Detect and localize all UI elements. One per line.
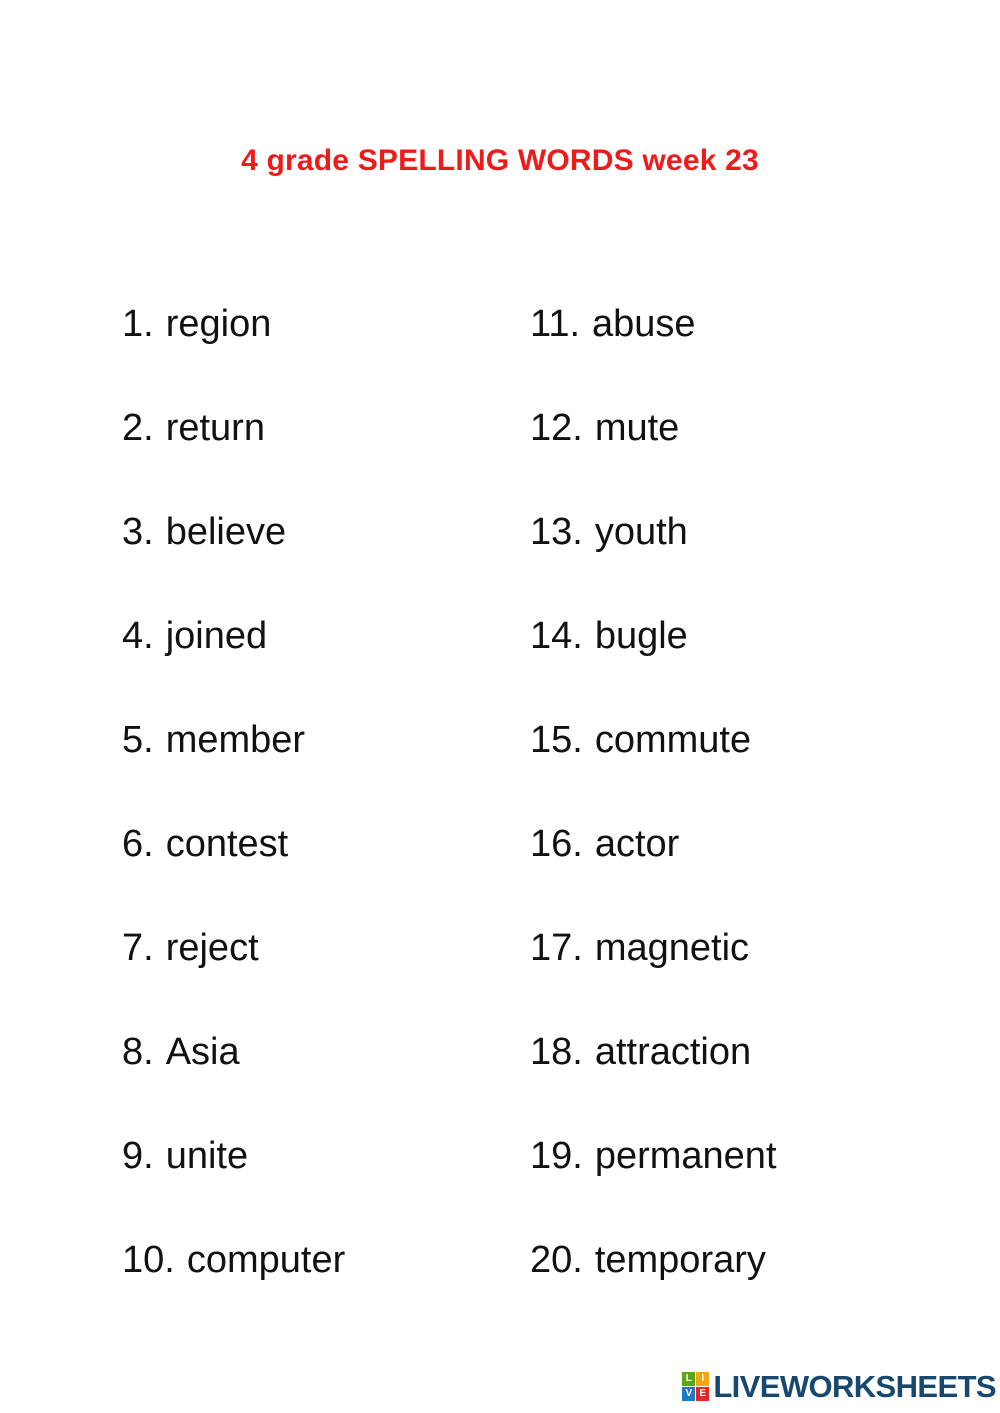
list-item: 7. reject xyxy=(122,896,530,1000)
list-item: 5. member xyxy=(122,688,530,792)
list-item: 15. commute xyxy=(530,688,940,792)
list-item-word: region xyxy=(165,303,272,345)
list-item: 18. attraction xyxy=(530,1000,940,1104)
list-item-word: Asia xyxy=(165,1031,240,1073)
list-item-word: believe xyxy=(165,511,287,553)
list-item: 17. magnetic xyxy=(530,896,940,1000)
list-item-word: attraction xyxy=(594,1031,752,1073)
list-item-number: 8. xyxy=(122,1031,154,1073)
list-item-number: 18. xyxy=(530,1031,583,1073)
list-item-word: reject xyxy=(165,927,259,969)
list-item-number: 7. xyxy=(122,927,154,969)
list-item-number: 11. xyxy=(530,303,581,345)
list-item-word: return xyxy=(165,407,265,449)
list-item-word: member xyxy=(165,719,306,761)
title-row: 4 grade SPELLING WORDS week 23 xyxy=(0,124,1000,197)
list-item: 13. youth xyxy=(530,480,940,584)
list-item: 2. return xyxy=(122,376,530,480)
logo-tile-l: L xyxy=(682,1371,696,1386)
list-item-word: computer xyxy=(186,1239,346,1281)
list-item-number: 17. xyxy=(530,927,583,969)
list-item-number: 13. xyxy=(530,511,583,553)
list-item: 3. believe xyxy=(122,480,530,584)
list-item-word: abuse xyxy=(592,303,696,345)
list-item-word: youth xyxy=(594,511,688,553)
list-item-number: 9. xyxy=(122,1135,154,1177)
list-item-word: joined xyxy=(165,615,268,657)
list-item-word: unite xyxy=(165,1135,249,1177)
list-item-number: 5. xyxy=(122,719,154,761)
liveworksheets-mark-icon: L I V E xyxy=(682,1371,710,1401)
page-title: 4 grade SPELLING WORDS week 23 xyxy=(241,144,759,178)
logo-tile-i: I xyxy=(696,1371,710,1386)
list-item: 4. joined xyxy=(122,584,530,688)
list-item-word: magnetic xyxy=(594,927,750,969)
list-item-number: 2. xyxy=(122,407,154,449)
list-item-number: 16. xyxy=(530,823,583,865)
list-item-word: contest xyxy=(165,823,289,865)
logo-tile-v: V xyxy=(682,1386,696,1401)
list-item: 1. region xyxy=(122,272,530,376)
word-column-right: 11. abuse 12. mute 13. youth 14. bugle 15. co… xyxy=(530,272,940,1312)
list-item-word: actor xyxy=(594,823,680,865)
list-item: 20. temporary xyxy=(530,1208,940,1312)
worksheet-page: 4 grade SPELLING WORDS week 23 1. region … xyxy=(0,0,1000,1413)
list-item-word: temporary xyxy=(594,1239,766,1281)
logo-tile-e: E xyxy=(696,1386,710,1401)
word-column-left: 1. region 2. return 3. believe 4. joined 5. m… xyxy=(122,272,530,1312)
list-item: 8. Asia xyxy=(122,1000,530,1104)
spelling-word-list: 1. region 2. return 3. believe 4. joined 5. m… xyxy=(0,272,1000,1282)
list-item-word: mute xyxy=(594,407,680,449)
list-item: 6. contest xyxy=(122,792,530,896)
list-item-number: 15. xyxy=(530,719,583,761)
list-item-number: 10. xyxy=(122,1239,175,1281)
list-item: 10. computer xyxy=(122,1208,530,1312)
list-item-word: permanent xyxy=(594,1135,777,1177)
list-item-number: 3. xyxy=(122,511,154,553)
list-item: 16. actor xyxy=(530,792,940,896)
list-item-word: commute xyxy=(594,719,752,761)
list-item: 12. mute xyxy=(530,376,940,480)
list-item-number: 14. xyxy=(530,615,583,657)
list-item-number: 20. xyxy=(530,1239,583,1281)
list-item: 14. bugle xyxy=(530,584,940,688)
liveworksheets-wordmark: LIVEWORKSHEETS xyxy=(713,1368,996,1404)
list-item-number: 12. xyxy=(530,407,583,449)
list-item-number: 6. xyxy=(122,823,154,865)
list-item-number: 1. xyxy=(122,303,154,345)
list-item: 11. abuse xyxy=(530,272,940,376)
list-item: 19. permanent xyxy=(530,1104,940,1208)
list-item: 9. unite xyxy=(122,1104,530,1208)
list-item-number: 19. xyxy=(530,1135,583,1177)
liveworksheets-logo[interactable]: L I V E LIVEWORKSHEETS xyxy=(682,1368,997,1404)
list-item-number: 4. xyxy=(122,615,154,657)
list-item-word: bugle xyxy=(594,615,688,657)
